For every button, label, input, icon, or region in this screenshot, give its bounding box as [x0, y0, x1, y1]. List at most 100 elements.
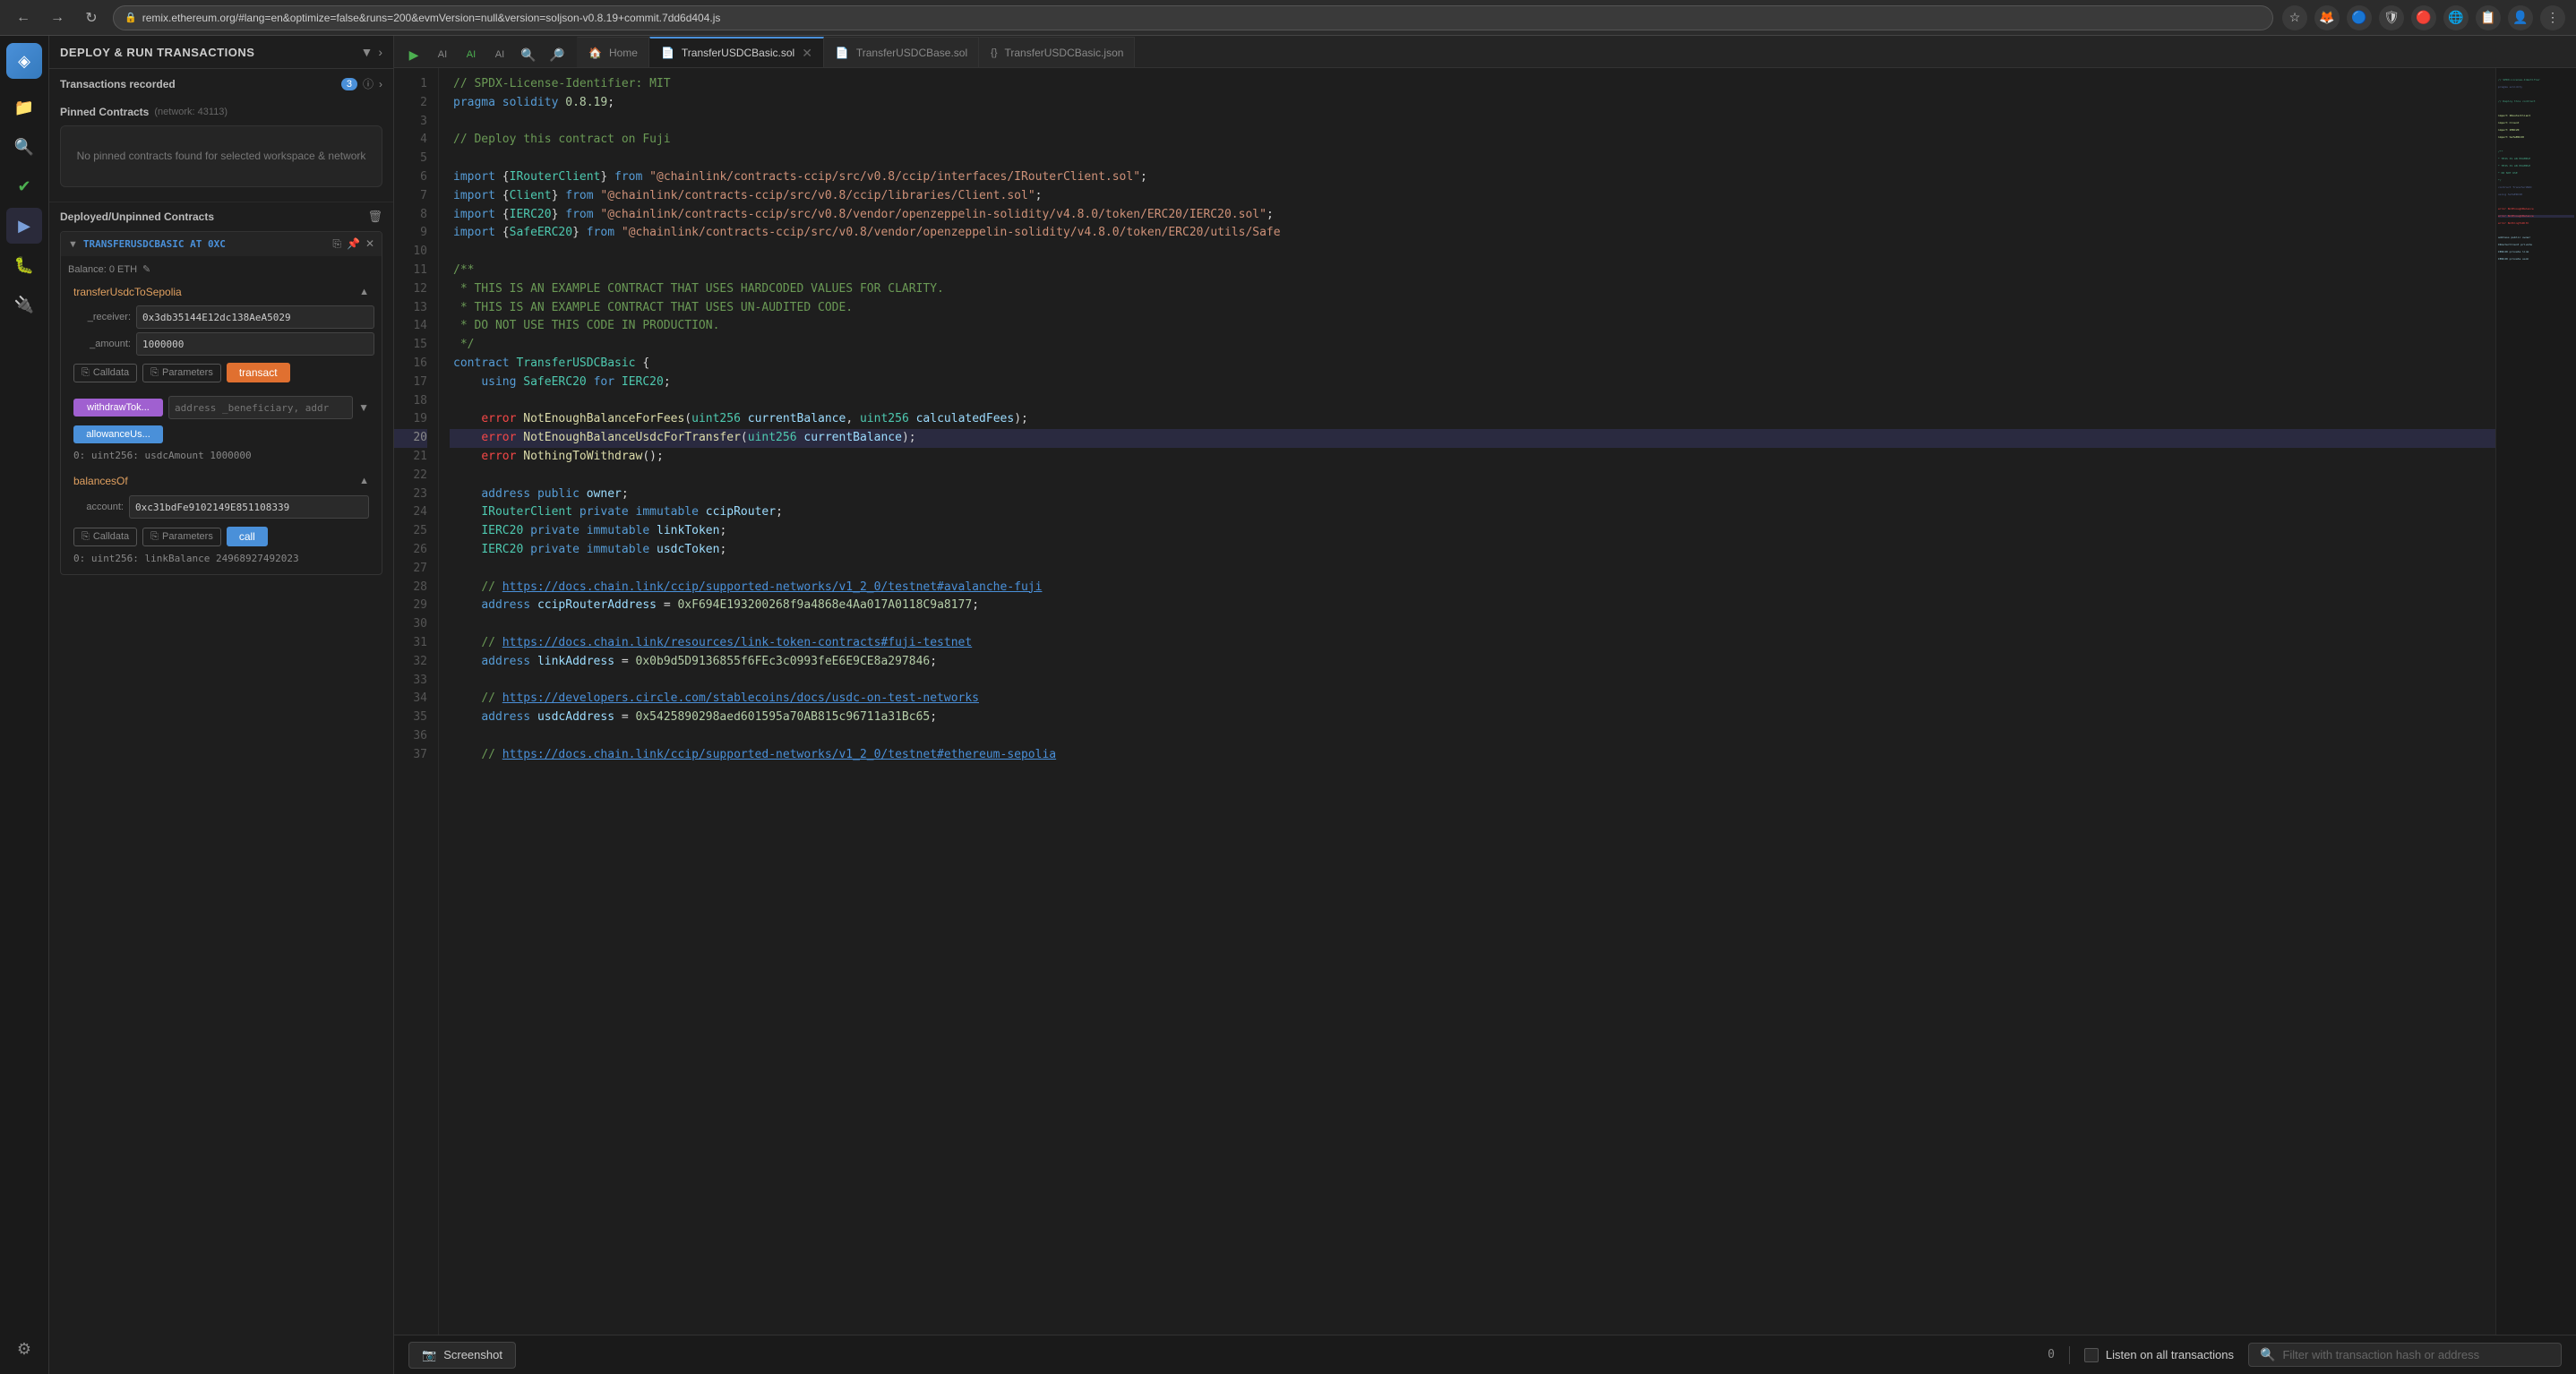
sol-file-icon-1: 📄 — [661, 47, 674, 59]
extension-icon-3[interactable]: 🛡 — [2379, 5, 2404, 30]
code-line-37: // https://docs.chain.link/ccip/supporte… — [450, 746, 2495, 765]
function-withdraw: withdrawTok... ▼ — [68, 393, 374, 422]
allowance-button[interactable]: allowanceUs... — [73, 425, 163, 443]
url-bar[interactable]: 🔒 remix.ethereum.org/#lang=en&optimize=f… — [113, 5, 2273, 30]
lock-icon: 🔒 — [125, 12, 137, 23]
code-line-33 — [450, 672, 2495, 691]
pin-contract-icon[interactable]: 📌 — [347, 237, 360, 251]
copy-contract-icon[interactable]: ⎘ — [332, 237, 341, 251]
code-line-15: */ — [450, 336, 2495, 355]
function-header-transfer[interactable]: transferUsdcToSepolia ▲ — [68, 282, 374, 302]
extension-icon-5[interactable]: 🌐 — [2443, 5, 2469, 30]
parameters-copy-icon-2: ⎘ — [150, 531, 159, 543]
function-header-allowance: allowanceUs... — [68, 422, 374, 447]
account-input[interactable] — [129, 495, 369, 519]
extension-icon-1[interactable]: 🦊 — [2314, 5, 2340, 30]
deployed-contracts-title: Deployed/Unpinned Contracts — [60, 210, 362, 223]
expand-icon[interactable]: › — [378, 45, 382, 59]
withdraw-input[interactable] — [168, 396, 353, 419]
refresh-button[interactable]: ↻ — [79, 5, 104, 30]
panel-header: DEPLOY & RUN TRANSACTIONS ▼ › — [49, 36, 393, 69]
code-line-28: // https://docs.chain.link/ccip/supporte… — [450, 579, 2495, 597]
listen-label: Listen on all transactions — [2106, 1348, 2234, 1361]
contract-item-header[interactable]: ▼ TRANSFERUSDCBASIC AT 0XC ⎘ 📌 ✕ — [61, 232, 382, 256]
balances-output: 0: uint256: linkBalance 24968927492023 — [68, 550, 374, 567]
close-tab-basic[interactable]: ✕ — [802, 47, 812, 59]
code-line-36 — [450, 727, 2495, 746]
param-input-receiver[interactable] — [136, 305, 374, 329]
listen-checkbox-label[interactable]: Listen on all transactions — [2084, 1348, 2234, 1362]
code-line-6: import {IRouterClient} from "@chainlink/… — [450, 168, 2495, 187]
call-button[interactable]: call — [227, 527, 268, 546]
tab-transfer-basic-sol[interactable]: 📄 TransferUSDCBasic.sol ✕ — [649, 37, 824, 67]
transactions-count-badge: 3 — [341, 78, 357, 90]
balances-function-name: balancesOf — [73, 475, 359, 487]
withdraw-expand-icon[interactable]: ▼ — [358, 401, 369, 414]
code-line-7: import {Client} from "@chainlink/contrac… — [450, 187, 2495, 206]
tab-transfer-base-sol[interactable]: 📄 TransferUSDCBase.sol — [824, 37, 979, 67]
code-line-27 — [450, 560, 2495, 579]
code-line-1: // SPDX-License-Identifier: MIT — [450, 75, 2495, 94]
tab-home[interactable]: 🏠 Home — [577, 37, 649, 67]
remove-contract-icon[interactable]: ✕ — [365, 237, 374, 251]
param-input-amount[interactable] — [136, 332, 374, 356]
transactions-info-icon[interactable]: ⓘ — [363, 76, 374, 91]
param-label-amount: _amount: — [68, 339, 131, 349]
sidebar-item-settings[interactable]: ⚙ — [6, 1331, 42, 1367]
sidebar-item-file-explorer[interactable]: 📁 — [6, 90, 42, 125]
transactions-recorded-section[interactable]: Transactions recorded 3 ⓘ › — [49, 69, 393, 99]
search-button-2[interactable]: 🔎 — [545, 42, 570, 67]
run-button[interactable]: ▶ — [401, 42, 426, 67]
camera-icon: 📷 — [422, 1348, 436, 1362]
dropdown-icon[interactable]: ▼ — [360, 45, 373, 59]
parameters-button-balances[interactable]: ⎘ Parameters — [142, 528, 221, 546]
filter-placeholder: Filter with transaction hash or address — [2282, 1348, 2479, 1361]
code-line-19: error NotEnoughBalanceForFees(uint256 cu… — [450, 410, 2495, 429]
function-collapse-icon: ▲ — [359, 287, 369, 297]
calldata-button-transfer[interactable]: ⎘ Calldata — [73, 364, 137, 382]
transact-button[interactable]: transact — [227, 363, 290, 382]
clear-contracts-icon[interactable]: 🗑 — [367, 210, 382, 224]
profile-icon[interactable]: 👤 — [2508, 5, 2533, 30]
listen-checkbox-box[interactable] — [2084, 1348, 2099, 1362]
withdraw-button[interactable]: withdrawTok... — [73, 399, 163, 416]
extension-icon-4[interactable]: 🔴 — [2411, 5, 2436, 30]
tab-transfer-basic-json[interactable]: {} TransferUSDCBasic.json — [979, 37, 1135, 67]
code-line-18 — [450, 392, 2495, 411]
calldata-button-balances[interactable]: ⎘ Calldata — [73, 528, 137, 546]
parameters-button-transfer[interactable]: ⎘ Parameters — [142, 364, 221, 382]
sidebar-item-search[interactable]: 🔍 — [6, 129, 42, 165]
function-allowance: allowanceUs... 0: uint256: usdcAmount 10… — [68, 422, 374, 464]
back-button[interactable]: ← — [11, 5, 36, 30]
code-line-24: IRouterClient private immutable ccipRout… — [450, 503, 2495, 522]
menu-icon[interactable]: ⋮ — [2540, 5, 2565, 30]
search-button-1[interactable]: 🔍 — [516, 42, 541, 67]
minimap-content: // SPDX-License-Identifier pragma solidi… — [2496, 68, 2576, 269]
deployed-contracts-header: Deployed/Unpinned Contracts 🗑 — [60, 202, 382, 231]
function-balances: balancesOf ▲ account: ⎘ Calldata — [68, 471, 374, 567]
status-divider — [2069, 1346, 2070, 1364]
code-line-17: using SafeERC20 for IERC20; — [450, 374, 2495, 392]
edit-balance-icon[interactable]: ✎ — [142, 263, 150, 275]
screenshot-button[interactable]: 📷 Screenshot — [408, 1342, 516, 1369]
status-right: 0 Listen on all transactions 🔍 Filter wi… — [2048, 1343, 2562, 1367]
extension-icon-6[interactable]: 📋 — [2476, 5, 2501, 30]
bookmark-icon[interactable]: ☆ — [2282, 5, 2307, 30]
sidebar-item-plugins[interactable]: 🔌 — [6, 287, 42, 322]
ai-button-3[interactable]: AI — [487, 42, 512, 67]
sidebar-item-debug[interactable]: 🐛 — [6, 247, 42, 283]
filter-search-bar[interactable]: 🔍 Filter with transaction hash or addres… — [2248, 1343, 2562, 1367]
calldata-copy-icon: ⎘ — [82, 367, 90, 379]
forward-button[interactable]: → — [45, 5, 70, 30]
balances-header[interactable]: balancesOf ▲ — [68, 471, 374, 491]
pinned-contracts-title: Pinned Contracts — [60, 106, 149, 118]
function-transfer-usdc: transferUsdcToSepolia ▲ _receiver: _amou… — [68, 282, 374, 386]
allowance-output: 0: uint256: usdcAmount 1000000 — [68, 447, 374, 464]
sidebar-item-compiler[interactable]: ✔ — [6, 168, 42, 204]
ai-button-1[interactable]: AI — [430, 42, 455, 67]
sidebar-item-deploy[interactable]: ▶ — [6, 208, 42, 244]
ai-button-2[interactable]: AI — [459, 42, 484, 67]
extension-icon-2[interactable]: 🔵 — [2347, 5, 2372, 30]
code-content[interactable]: // SPDX-License-Identifier: MIT pragma s… — [439, 68, 2495, 1335]
code-line-14: * DO NOT USE THIS CODE IN PRODUCTION. — [450, 317, 2495, 336]
